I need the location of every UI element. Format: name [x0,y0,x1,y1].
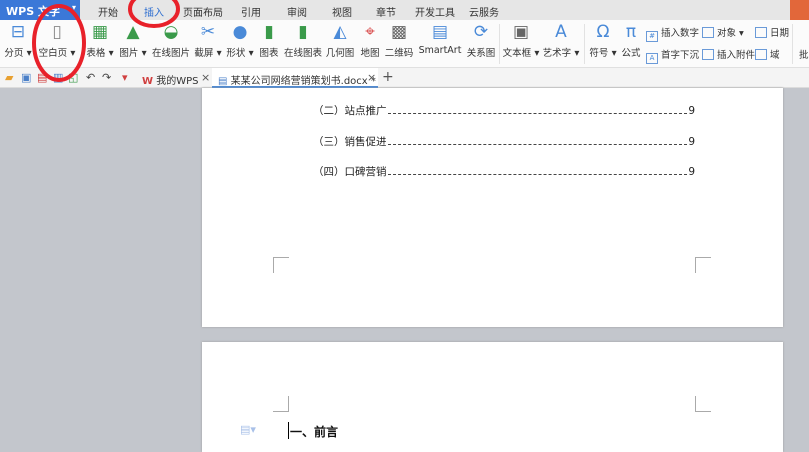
annotation-circle [128,0,180,28]
annotation-overlay [32,0,180,82]
annotation-circle [32,4,86,82]
